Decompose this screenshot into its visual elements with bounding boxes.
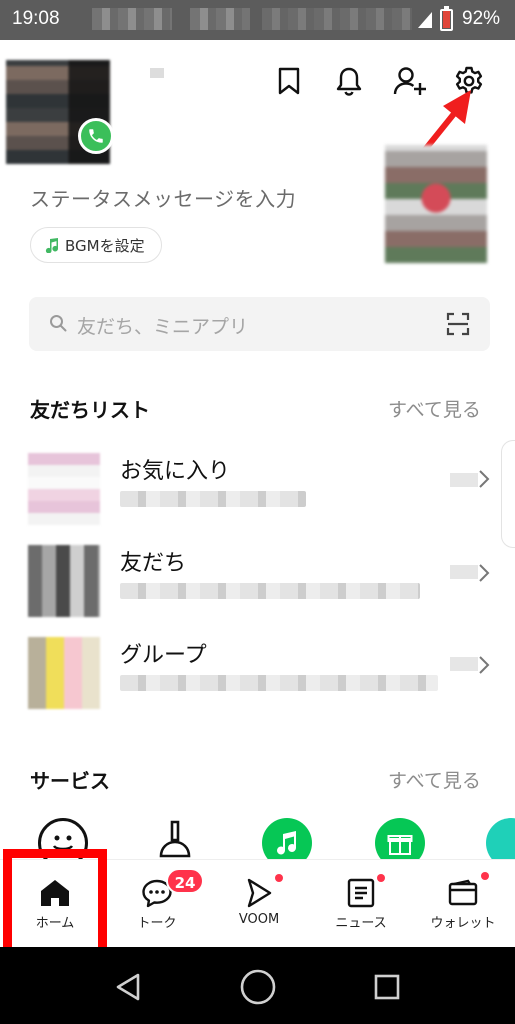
nav-label: VOOM — [238, 912, 280, 927]
nav-label: ニュース — [335, 916, 387, 931]
nav-voom[interactable]: VOOM — [209, 860, 309, 948]
favorites-thumbnail — [28, 453, 100, 525]
search-placeholder: 友だち、ミニアプリ — [77, 316, 249, 338]
status-notification-icons — [92, 8, 172, 30]
services-title: サービス — [30, 769, 110, 793]
list-item-count — [450, 473, 478, 487]
voom-notification-dot — [275, 874, 283, 882]
status-time: 19:08 — [12, 8, 60, 29]
search-icon — [50, 315, 67, 332]
wallet-notification-dot — [481, 872, 489, 880]
voom-play-icon — [242, 876, 276, 910]
nav-wallet[interactable]: ウォレット — [413, 860, 513, 948]
side-drawer-handle[interactable] — [501, 440, 515, 548]
list-item-count — [450, 657, 478, 671]
list-item-friends[interactable]: 友だち — [0, 535, 515, 625]
news-notification-dot — [377, 874, 385, 882]
battery-percent: 92% — [462, 8, 501, 29]
bookmark-icon[interactable] — [271, 63, 307, 99]
friends-list-title: 友だちリスト — [30, 398, 150, 422]
search-input[interactable]: 友だち、ミニアプリ — [29, 297, 490, 351]
chevron-right-icon — [479, 470, 490, 488]
recents-square-icon[interactable] — [367, 967, 407, 1007]
friends-see-all-link[interactable]: すべて見る — [388, 395, 481, 422]
bgm-button[interactable]: BGMを設定 — [30, 227, 162, 263]
nav-label: トーク — [137, 916, 177, 931]
services-see-all-link[interactable]: すべて見る — [388, 766, 481, 793]
back-icon[interactable] — [108, 967, 148, 1007]
android-system-nav — [0, 947, 515, 1024]
list-item-groups[interactable]: グループ — [0, 627, 515, 717]
status-notification-icons — [262, 8, 412, 30]
status-message-input[interactable]: ステータスメッセージを入力 — [30, 183, 296, 212]
status-bar: 19:08 92% — [0, 0, 515, 40]
status-notification-icons — [190, 8, 250, 30]
phone-badge-icon — [78, 118, 114, 154]
list-item-label: お気に入り — [120, 459, 231, 484]
list-item-label: グループ — [120, 643, 207, 668]
qr-scan-icon[interactable] — [446, 312, 470, 336]
music-note-icon — [45, 238, 59, 253]
signal-icon — [418, 12, 432, 28]
list-item-label: 友だち — [120, 551, 187, 576]
chevron-right-icon — [479, 656, 490, 674]
home-circle-icon[interactable] — [238, 967, 278, 1007]
nav-label: ウォレット — [430, 916, 496, 931]
annotation-highlight-box — [3, 849, 107, 959]
list-item-subtitle — [120, 583, 420, 599]
talk-unread-badge: 24 — [166, 868, 204, 894]
wallet-icon — [446, 876, 480, 910]
bell-icon[interactable] — [331, 63, 367, 99]
list-item-count — [450, 565, 478, 579]
news-icon — [344, 876, 378, 910]
battery-icon — [440, 6, 453, 31]
list-item-subtitle — [120, 675, 438, 691]
groups-thumbnail — [28, 637, 100, 709]
chevron-right-icon — [479, 564, 490, 582]
bgm-label: BGMを設定 — [65, 236, 145, 255]
list-item-favorites[interactable]: お気に入り — [0, 443, 515, 533]
nav-news[interactable]: ニュース — [311, 860, 411, 948]
profile-cover-image[interactable] — [385, 145, 487, 263]
profile-name — [150, 68, 164, 78]
friends-thumbnail — [28, 545, 100, 617]
list-item-subtitle — [120, 491, 306, 507]
